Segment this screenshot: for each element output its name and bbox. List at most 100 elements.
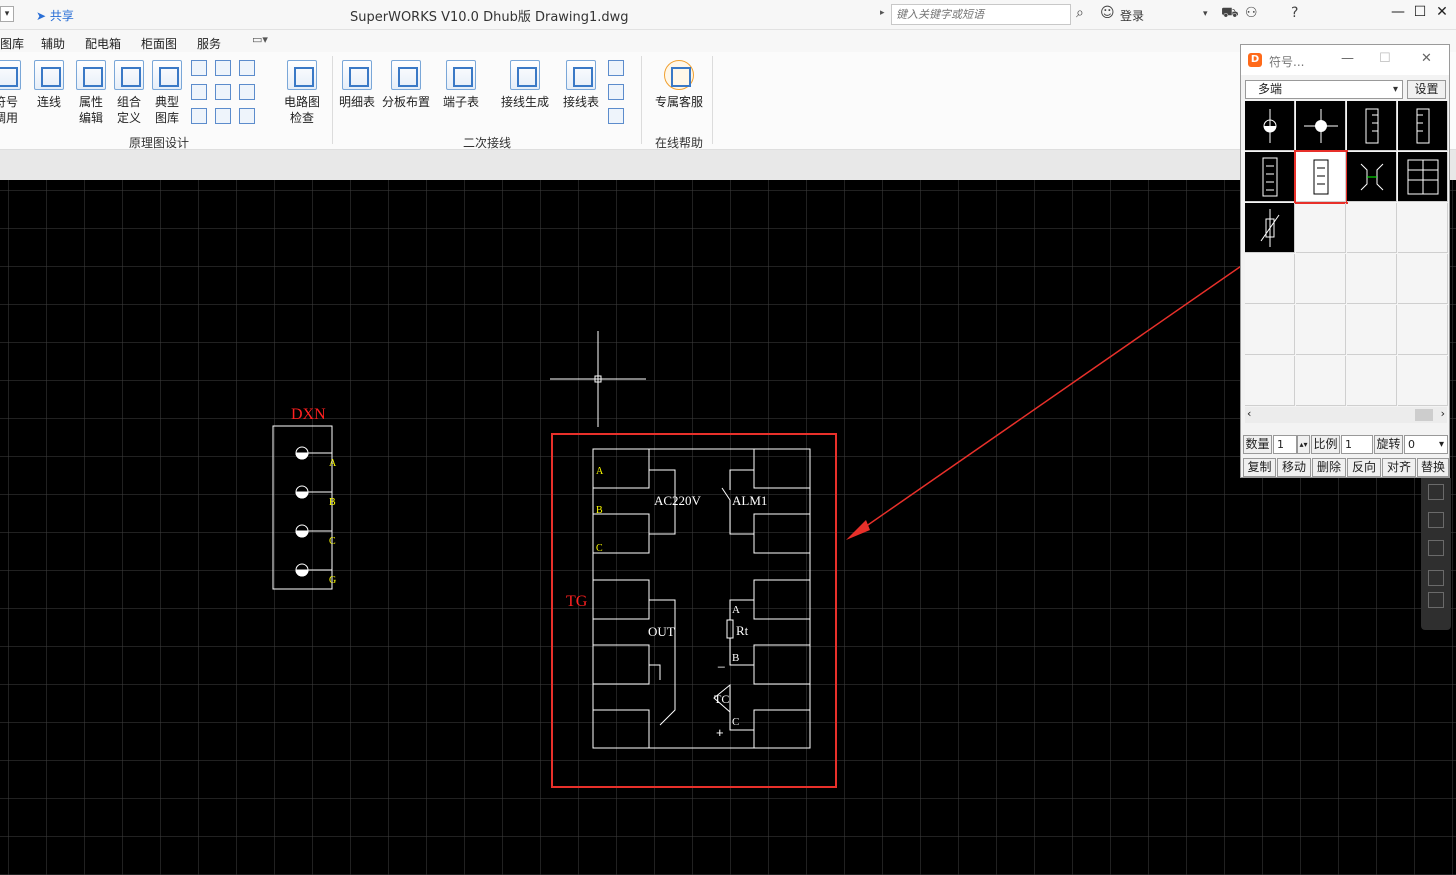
combine-define-button[interactable]: 组合 定义 bbox=[109, 60, 149, 126]
symbol-cell[interactable] bbox=[1347, 152, 1397, 202]
symbol-cell-empty[interactable] bbox=[1296, 254, 1346, 304]
tool-icon[interactable] bbox=[608, 108, 624, 124]
category-select[interactable]: 多端 ▾ bbox=[1245, 80, 1403, 99]
wire-button[interactable]: 连线 bbox=[29, 60, 69, 110]
menu-item[interactable]: 柜面图 bbox=[141, 35, 177, 52]
tc-label: TC bbox=[714, 692, 729, 706]
zoom-icon[interactable] bbox=[1428, 512, 1444, 528]
share-button[interactable]: ➤ 共享 bbox=[36, 7, 74, 24]
symbol-cell[interactable] bbox=[1398, 101, 1448, 151]
multi-terminal-icon bbox=[1313, 159, 1329, 195]
move-button[interactable]: 移动 bbox=[1277, 458, 1311, 477]
tool-icon[interactable] bbox=[239, 60, 255, 76]
symbol-cell-empty[interactable] bbox=[1398, 203, 1448, 253]
symbol-cell-empty[interactable] bbox=[1398, 254, 1448, 304]
typical-library-button[interactable]: 典型 图库 bbox=[147, 60, 187, 126]
symbol-cell-empty[interactable] bbox=[1347, 305, 1397, 355]
share-network-icon[interactable]: ⚇ bbox=[1245, 5, 1258, 21]
symbol-cell[interactable] bbox=[1245, 152, 1295, 202]
help-icon[interactable]: ? bbox=[1291, 5, 1298, 21]
symbol-cell[interactable] bbox=[1245, 203, 1295, 253]
scroll-right-icon[interactable]: › bbox=[1441, 407, 1445, 420]
dxn-terminal bbox=[295, 524, 332, 538]
panel-minimize-button[interactable]: — bbox=[1341, 51, 1354, 66]
pan-icon[interactable] bbox=[1428, 484, 1444, 500]
menu-item[interactable]: 图库 bbox=[0, 35, 24, 52]
symbol-cell-empty[interactable] bbox=[1398, 356, 1448, 406]
support-button[interactable]: 专属客服 bbox=[653, 60, 705, 110]
search-input[interactable] bbox=[891, 4, 1071, 25]
settings-button[interactable]: 设置 bbox=[1407, 80, 1446, 99]
symbol-cell-empty[interactable] bbox=[1398, 305, 1448, 355]
scroll-thumb[interactable] bbox=[1415, 409, 1433, 421]
tool-icon[interactable] bbox=[191, 60, 207, 76]
rotate-select[interactable]: 0 ▾ bbox=[1404, 435, 1448, 454]
detail-table-button[interactable]: 明细表 bbox=[331, 60, 383, 110]
user-icon[interactable]: ☺ bbox=[1100, 5, 1115, 21]
login-button[interactable]: 登录 bbox=[1120, 7, 1144, 24]
symbol-cell-empty[interactable] bbox=[1245, 254, 1295, 304]
tool-icon[interactable] bbox=[215, 60, 231, 76]
drawing-canvas[interactable]: DXN A B C G TG A B C AC220V ALM1 OUT Rt … bbox=[0, 180, 1456, 875]
horizontal-scrollbar[interactable]: ‹ › bbox=[1245, 407, 1447, 423]
app-menu-button[interactable]: ▾ bbox=[0, 6, 14, 22]
symbol-cell-empty[interactable] bbox=[1296, 356, 1346, 406]
scroll-left-icon[interactable]: ‹ bbox=[1247, 407, 1251, 420]
terminal-table-button[interactable]: 端子表 bbox=[436, 60, 486, 110]
menu-item[interactable]: 配电箱 bbox=[85, 35, 121, 52]
search-icon[interactable]: ⌕ bbox=[1076, 5, 1084, 21]
symbol-cell-empty[interactable] bbox=[1347, 203, 1397, 253]
view-icon[interactable] bbox=[1428, 592, 1444, 608]
symbol-cell-empty[interactable] bbox=[1245, 305, 1295, 355]
symbol-cell-empty[interactable] bbox=[1245, 356, 1295, 406]
symbol-cell[interactable] bbox=[1347, 101, 1397, 151]
symbol-cell-selected[interactable] bbox=[1294, 150, 1348, 204]
tool-icon[interactable] bbox=[608, 84, 624, 100]
align-button[interactable]: 对齐 bbox=[1382, 458, 1416, 477]
wiring-table-icon bbox=[566, 60, 596, 90]
symbol-cell-empty[interactable] bbox=[1296, 305, 1346, 355]
reverse-button[interactable]: 反向 bbox=[1347, 458, 1381, 477]
tool-icon[interactable] bbox=[191, 84, 207, 100]
copy-button[interactable]: 复制 bbox=[1243, 458, 1276, 477]
navigation-bar bbox=[1421, 478, 1451, 630]
wiring-generate-button[interactable]: 接线生成 bbox=[499, 60, 551, 110]
ribbon-toggle-icon[interactable]: ▭▾ bbox=[252, 33, 268, 46]
symbol-cell-empty[interactable] bbox=[1347, 254, 1397, 304]
tool-icon[interactable] bbox=[239, 84, 255, 100]
tool-icon[interactable] bbox=[191, 108, 207, 124]
chevron-down-icon[interactable]: ▾ bbox=[1203, 9, 1208, 19]
showmotion-icon[interactable] bbox=[1428, 570, 1444, 586]
symbol-cell-empty[interactable] bbox=[1296, 203, 1346, 253]
menu-item[interactable]: 辅助 bbox=[41, 35, 65, 52]
panel-maximize-button[interactable]: ☐ bbox=[1379, 51, 1391, 66]
symbol-cell[interactable] bbox=[1245, 101, 1295, 151]
symbol-cell[interactable] bbox=[1398, 152, 1448, 202]
circuit-check-button[interactable]: 电路图 检查 bbox=[276, 60, 328, 126]
tool-icon[interactable] bbox=[608, 60, 624, 76]
symbol-icon bbox=[0, 60, 21, 90]
symbol-call-button[interactable]: 符号 调用 bbox=[0, 60, 26, 126]
quantity-input[interactable]: 1 bbox=[1273, 435, 1297, 454]
scale-input[interactable]: 1 bbox=[1341, 435, 1373, 454]
search-expand-icon[interactable]: ▸ bbox=[880, 8, 885, 18]
symbol-cell[interactable] bbox=[1296, 101, 1346, 151]
menu-item[interactable]: 服务 bbox=[197, 35, 221, 52]
panel-layout-button[interactable]: 分板布置 bbox=[380, 60, 432, 110]
dxn-terminal bbox=[295, 563, 332, 577]
tool-icon[interactable] bbox=[215, 84, 231, 100]
panel-close-button[interactable]: ✕ bbox=[1421, 51, 1432, 66]
maximize-button[interactable]: ☐ bbox=[1408, 4, 1432, 26]
symbol-cell-empty[interactable] bbox=[1347, 356, 1397, 406]
wiring-table-button[interactable]: 接线表 bbox=[557, 60, 605, 110]
quantity-stepper[interactable]: ▴▾ bbox=[1297, 435, 1310, 454]
orbit-icon[interactable] bbox=[1428, 540, 1444, 556]
minimize-button[interactable]: — bbox=[1386, 4, 1410, 26]
close-button[interactable]: ✕ bbox=[1430, 4, 1454, 26]
tool-icon[interactable] bbox=[215, 108, 231, 124]
tool-icon[interactable] bbox=[239, 108, 255, 124]
cart-icon[interactable]: ⛟ bbox=[1221, 5, 1239, 23]
delete-button[interactable]: 删除 bbox=[1312, 458, 1346, 477]
replace-button[interactable]: 替换 bbox=[1417, 458, 1449, 477]
attribute-edit-button[interactable]: 属性 编辑 bbox=[71, 60, 111, 126]
